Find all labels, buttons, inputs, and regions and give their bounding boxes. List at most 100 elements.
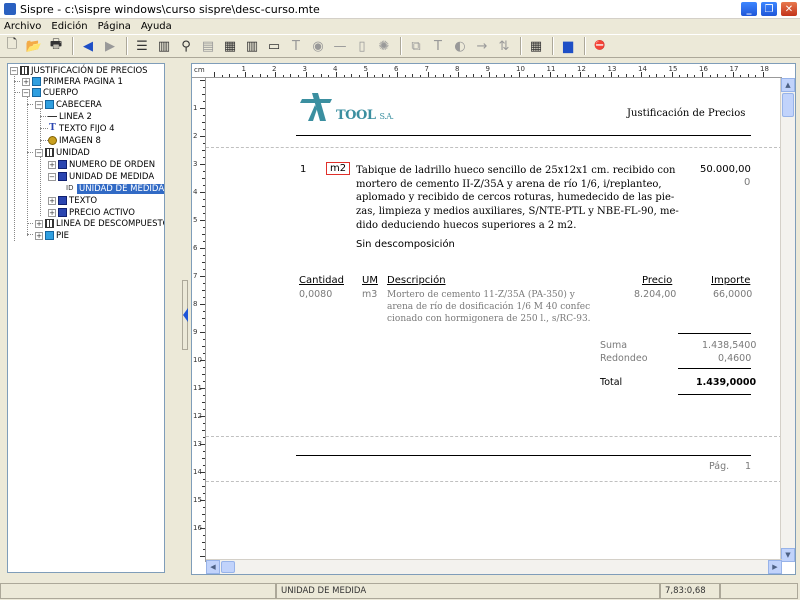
table-icon[interactable]: ▦ (220, 36, 240, 56)
frame-icon[interactable]: ▭ (264, 36, 284, 56)
ruler-tick (633, 75, 635, 77)
ruler-tick (203, 479, 205, 480)
previous-icon[interactable]: ◀ (78, 36, 98, 56)
binoculars-icon[interactable]: ⚲ (176, 36, 196, 56)
horizontal-scroll-thumb[interactable] (221, 561, 235, 573)
new-document-icon[interactable]: 🗋 (2, 36, 22, 56)
tree-node-linea-descompuesto[interactable]: + LINEA DE DESCOMPUESTO (35, 218, 164, 229)
tree-node-root[interactable]: − JUSTIFICACIÓN DE PRECIOS (10, 65, 148, 76)
exit-icon[interactable]: ⛔ (590, 36, 610, 56)
expand-icon[interactable]: + (48, 208, 56, 217)
ruler-tick (203, 451, 205, 452)
columns-icon[interactable]: ▥ (154, 36, 174, 56)
ruler-tick (203, 395, 205, 396)
maximize-button[interactable]: ❐ (760, 1, 778, 17)
tree-label: NUMERO DE ORDEN (69, 159, 156, 170)
image-icon (48, 136, 57, 145)
collapse-icon[interactable]: − (22, 88, 30, 97)
page-icon (32, 77, 41, 86)
ruler-tick (203, 87, 205, 88)
horizontal-scrollbar[interactable]: ◀ ▶ (206, 559, 782, 574)
tree-node-texto[interactable]: + TEXTO (48, 195, 97, 206)
tree-label: IMAGEN 8 (59, 135, 101, 146)
header-um: UM (362, 275, 378, 286)
page-icon (32, 88, 41, 97)
monitor-icon[interactable]: ▆ (558, 36, 578, 56)
expand-icon[interactable]: + (22, 77, 30, 86)
field-icon[interactable]: ▯ (352, 36, 372, 56)
open-folder-icon[interactable]: 📂 (24, 36, 44, 56)
scroll-up-icon[interactable]: ▲ (781, 78, 795, 92)
tree-node-primera-pagina[interactable]: + PRIMERA PAGINA 1 (22, 76, 123, 87)
sun-icon[interactable]: ✺ (374, 36, 394, 56)
expand-icon[interactable]: + (48, 196, 56, 205)
ruler-tick (200, 248, 205, 249)
expand-icon[interactable]: + (35, 231, 43, 240)
ruler-tick (203, 269, 205, 270)
ruler-tick (203, 227, 205, 228)
vertical-scrollbar[interactable]: ▲ ▼ (780, 78, 795, 562)
ruler-tick (203, 465, 205, 466)
tree-node-cuerpo[interactable]: − CUERPO (22, 87, 78, 98)
item-quantity: 50.000,00 (700, 164, 751, 175)
minimize-button[interactable]: _ (740, 1, 758, 17)
tree-node-unidad[interactable]: − UNIDAD (35, 147, 90, 158)
ruler-number: 13 (607, 65, 617, 73)
tree-node-linea[interactable]: LINEA 2 (48, 111, 92, 122)
vertical-ruler[interactable]: 1 2 3 4 5 6 7 8 9 10 11 12 13 14 15 16 (192, 78, 206, 562)
toolbar: 🗋 📂 🖶 ◀ ▶ ☰ ▥ ⚲ ▤ ▦ ▥ ▭ T ◉ — ▯ ✺ ⧉ T ◐ … (0, 34, 800, 58)
grid-icon[interactable]: ▥ (242, 36, 262, 56)
scroll-left-icon[interactable]: ◀ (206, 560, 220, 574)
line-icon[interactable]: — (330, 36, 350, 56)
field-icon (58, 160, 67, 169)
menu-pagina[interactable]: Página (98, 21, 131, 32)
ruler-number: 4 (193, 188, 198, 196)
tree-node-texto-fijo[interactable]: T TEXTO FIJO 4 (48, 123, 114, 134)
text-icon[interactable]: T (286, 36, 306, 56)
tree-node-pie[interactable]: + PIE (35, 230, 69, 241)
ruler-tick (450, 75, 452, 77)
tree-node-precio-activo[interactable]: + PRECIO ACTIVO (48, 207, 135, 218)
toolbar-separator (584, 37, 586, 55)
page-icon[interactable]: ▤ (198, 36, 218, 56)
collapse-panel-icon[interactable] (183, 308, 188, 322)
scroll-down-icon[interactable]: ▼ (781, 548, 795, 562)
close-button[interactable]: ✕ (780, 1, 798, 17)
unit-field[interactable]: m2 (326, 162, 351, 175)
page-icon (45, 100, 54, 109)
ruler-tick (202, 178, 205, 179)
tree-node-unidad-medida-field[interactable]: ID UNIDAD DE MEDIDA (66, 183, 164, 194)
collapse-icon[interactable]: − (48, 172, 56, 181)
expand-icon[interactable]: + (48, 160, 56, 169)
next-icon[interactable]: ▶ (100, 36, 120, 56)
ruler-tick (351, 74, 353, 77)
horizontal-ruler[interactable]: cm 1 2 3 4 5 6 7 8 9 10 11 12 13 14 15 16 17 18 (192, 64, 782, 78)
menu-archivo[interactable]: Archivo (4, 21, 41, 32)
collapse-icon[interactable]: − (35, 100, 43, 109)
ruler-tick (202, 290, 205, 291)
grid-toggle-icon[interactable]: ▦ (526, 36, 546, 56)
menu-ayuda[interactable]: Ayuda (141, 21, 172, 32)
image-icon[interactable]: ◉ (308, 36, 328, 56)
copy-frame-icon[interactable]: ⧉ (406, 36, 426, 56)
align-icon[interactable]: ⇅ (494, 36, 514, 56)
text-tool-icon[interactable]: T (428, 36, 448, 56)
collapse-icon[interactable]: − (10, 66, 18, 75)
menu-edicion[interactable]: Edición (51, 21, 87, 32)
vertical-scroll-thumb[interactable] (782, 93, 794, 117)
table-icon (45, 148, 54, 157)
report-page[interactable]: TOOL S.A. Justificación de Precios 1 m2 … (206, 78, 782, 562)
collapse-icon[interactable]: − (35, 148, 43, 157)
print-icon[interactable]: 🖶 (46, 36, 66, 56)
ruler-number: 16 (193, 524, 202, 532)
expand-icon[interactable]: + (35, 219, 43, 228)
tree-node-cabecera[interactable]: − CABECERA (35, 99, 102, 110)
image-tool-icon[interactable]: ◐ (450, 36, 470, 56)
tree-node-unidad-medida[interactable]: − UNIDAD DE MEDIDA (48, 171, 154, 182)
ruler-tick (203, 255, 205, 256)
tree-node-imagen[interactable]: IMAGEN 8 (48, 135, 101, 146)
arrow-line-icon[interactable]: → (472, 36, 492, 56)
scroll-right-icon[interactable]: ▶ (768, 560, 782, 574)
tree-node-numero-orden[interactable]: + NUMERO DE ORDEN (48, 159, 155, 170)
list-icon[interactable]: ☰ (132, 36, 152, 56)
